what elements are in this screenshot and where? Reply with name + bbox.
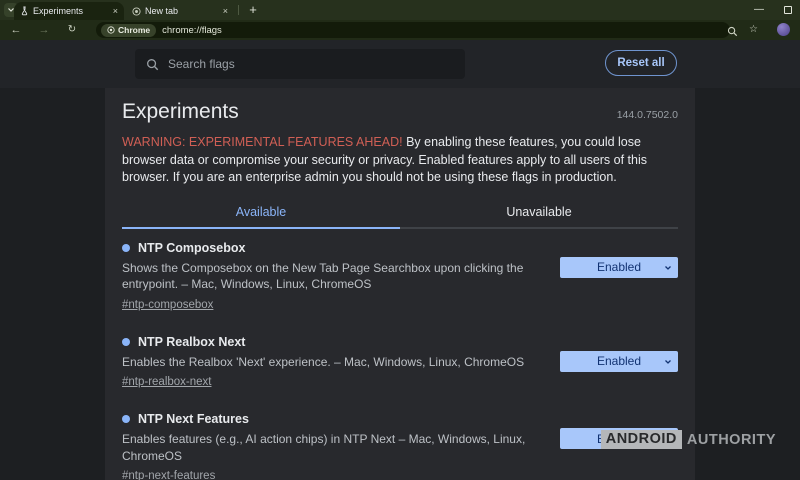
flag-status-dot	[122, 415, 130, 423]
window-controls: —	[754, 0, 792, 20]
tab-divider	[238, 5, 239, 15]
flag-title-line: NTP Composebox	[122, 241, 552, 255]
flag-control: Enabled	[560, 241, 678, 313]
watermark-badge: ANDROID	[601, 430, 682, 449]
flag-description: Shows the Composebox on the New Tab Page…	[122, 260, 552, 293]
tab-title: New tab	[145, 6, 219, 16]
flag-name: NTP Composebox	[138, 241, 245, 255]
flags-page-content: Experiments 144.0.7502.0 WARNING: EXPERI…	[105, 88, 695, 480]
flag-value-label: Enabled	[597, 260, 641, 274]
url-text: chrome://flags	[162, 25, 222, 36]
flag-status-dot	[122, 338, 130, 346]
search-input[interactable]	[168, 57, 454, 71]
availability-tabs: Available Unavailable	[122, 198, 678, 229]
tab-title: Experiments	[33, 6, 109, 16]
back-icon[interactable]: ←	[8, 20, 24, 40]
flag-value-select[interactable]: Enabled	[560, 257, 678, 278]
flag-name: NTP Next Features	[138, 412, 249, 426]
flags-list: NTP Composebox Shows the Composebox on t…	[122, 241, 678, 480]
chevron-down-icon	[664, 358, 672, 366]
flag-title-line: NTP Next Features	[122, 412, 552, 426]
profile-avatar[interactable]	[777, 23, 790, 36]
flag-row: NTP Next Features Enables features (e.g.…	[122, 412, 678, 480]
minimize-icon[interactable]: —	[754, 5, 764, 15]
bookmark-star-icon[interactable]: ☆	[749, 23, 758, 37]
warning-highlight: WARNING: EXPERIMENTAL FEATURES AHEAD!	[122, 135, 403, 149]
flag-value-select[interactable]: Enabled	[560, 351, 678, 372]
experimental-warning: WARNING: EXPERIMENTAL FEATURES AHEAD! By…	[122, 134, 678, 187]
maximize-icon[interactable]	[784, 6, 792, 14]
title-row: Experiments 144.0.7502.0	[122, 100, 678, 124]
flag-info: NTP Next Features Enables features (e.g.…	[122, 412, 552, 480]
chevron-down-icon	[664, 264, 672, 272]
chrome-logo-icon	[107, 26, 115, 34]
flag-control: Enabled	[560, 335, 678, 391]
tab-strip: Experiments × New tab × + —	[0, 0, 800, 20]
flag-permalink[interactable]: #ntp-realbox-next	[122, 376, 212, 388]
flag-permalink[interactable]: #ntp-composebox	[122, 299, 213, 311]
flag-info: NTP Composebox Shows the Composebox on t…	[122, 241, 552, 313]
flag-status-dot	[122, 244, 130, 252]
address-bar[interactable]: Chrome chrome://flags	[96, 22, 730, 38]
globe-icon	[132, 7, 141, 16]
flag-description: Enables the Realbox 'Next' experience. –…	[122, 354, 552, 371]
flag-name: NTP Realbox Next	[138, 335, 245, 349]
reload-icon[interactable]: ↻	[64, 20, 80, 40]
reset-all-button[interactable]: Reset all	[605, 50, 677, 76]
tab-experiments[interactable]: Experiments ×	[14, 2, 124, 20]
forward-icon[interactable]: →	[36, 20, 52, 40]
search-box[interactable]	[135, 49, 465, 79]
browser-window: Experiments × New tab × + — ← → ↻ Chrome…	[0, 0, 800, 480]
close-tab-icon[interactable]: ×	[113, 7, 118, 16]
page-title: Experiments	[122, 100, 239, 124]
close-tab-icon[interactable]: ×	[223, 7, 228, 16]
flag-permalink[interactable]: #ntp-next-features	[122, 470, 215, 480]
watermark-text: AUTHORITY	[687, 432, 776, 448]
search-icon	[146, 58, 159, 71]
flag-info: NTP Realbox Next Enables the Realbox 'Ne…	[122, 335, 552, 391]
flag-row: NTP Realbox Next Enables the Realbox 'Ne…	[122, 335, 678, 391]
flag-title-line: NTP Realbox Next	[122, 335, 552, 349]
flag-row: NTP Composebox Shows the Composebox on t…	[122, 241, 678, 313]
tab-new-tab[interactable]: New tab ×	[126, 2, 234, 20]
flag-description: Enables features (e.g., AI action chips)…	[122, 431, 552, 464]
flags-header: Reset all	[0, 40, 800, 88]
flag-value-label: Enabled	[597, 354, 641, 368]
new-tab-button[interactable]: +	[245, 2, 261, 18]
flask-icon	[20, 6, 29, 16]
version-number: 144.0.7502.0	[617, 109, 678, 124]
watermark: ANDROID AUTHORITY	[601, 430, 776, 449]
browser-toolbar: ← → ↻ Chrome chrome://flags ☆	[0, 20, 800, 40]
chrome-chip: Chrome	[101, 24, 156, 37]
chip-label: Chrome	[118, 25, 150, 35]
tab-unavailable[interactable]: Unavailable	[400, 198, 678, 229]
tab-available[interactable]: Available	[122, 198, 400, 229]
